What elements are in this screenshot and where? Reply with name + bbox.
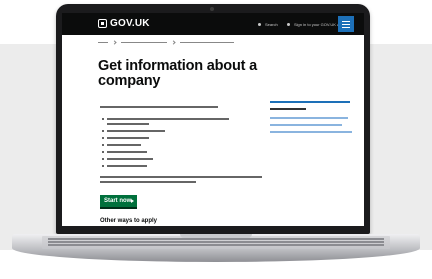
- start-now-label: Start now: [104, 198, 132, 204]
- intro-text: [100, 106, 218, 108]
- list-item: [107, 144, 141, 146]
- list-item: [107, 130, 165, 132]
- bullet: [102, 165, 104, 167]
- webcam: [210, 7, 214, 11]
- bullet: [102, 158, 104, 160]
- laptop-lid: GOV.UK Search Sign in to your GOV.UK acc…: [56, 4, 370, 234]
- list-item: [107, 165, 147, 167]
- breadcrumb: [98, 40, 234, 45]
- menu-icon-bar: [342, 27, 350, 28]
- breadcrumb-link[interactable]: [98, 41, 108, 44]
- paragraph-text: [100, 176, 262, 178]
- page-title: Get information about a company: [98, 58, 257, 89]
- search-icon: [258, 22, 261, 26]
- crown-icon: [98, 19, 107, 28]
- bullet: [102, 118, 104, 120]
- other-ways-heading: Other ways to apply: [100, 218, 158, 224]
- bullet: [102, 151, 104, 153]
- related-content-heading: [270, 108, 306, 110]
- nav-search-label: Search: [265, 21, 278, 27]
- menu-icon: [342, 21, 350, 22]
- list-item: [107, 137, 149, 139]
- photo-stage: GOV.UK Search Sign in to your GOV.UK acc…: [0, 0, 432, 279]
- bullet: [102, 144, 104, 146]
- list-item: [107, 151, 147, 153]
- account-icon: [287, 22, 290, 26]
- related-content-rule: [270, 101, 350, 103]
- list-item-continued: [107, 123, 149, 125]
- bullet: [102, 130, 104, 132]
- laptop-screen: GOV.UK Search Sign in to your GOV.UK acc…: [62, 13, 364, 226]
- lid-opening-notch: [180, 234, 252, 238]
- key-row: [48, 244, 384, 246]
- key-row: [48, 238, 384, 240]
- arrow-right-icon: [131, 199, 134, 203]
- breadcrumb-link[interactable]: [121, 41, 167, 44]
- menu-icon-bar: [342, 24, 350, 25]
- start-now-button[interactable]: Start now: [100, 195, 137, 207]
- related-link[interactable]: [270, 124, 342, 126]
- gov-header: GOV.UK Search Sign in to your GOV.UK acc…: [62, 13, 364, 35]
- nav-search[interactable]: Search: [258, 21, 278, 27]
- chevron-right-icon: [112, 40, 117, 45]
- chevron-right-icon: [171, 40, 176, 45]
- menu-button[interactable]: [338, 16, 354, 32]
- breadcrumb-link[interactable]: [180, 41, 234, 44]
- related-link[interactable]: [270, 117, 348, 119]
- paragraph-text: [100, 181, 196, 183]
- related-link[interactable]: [270, 131, 352, 133]
- bullet: [102, 137, 104, 139]
- list-item: [107, 158, 153, 160]
- key-row: [48, 241, 384, 243]
- gov-logo[interactable]: GOV.UK: [110, 18, 150, 30]
- list-item: [107, 118, 229, 120]
